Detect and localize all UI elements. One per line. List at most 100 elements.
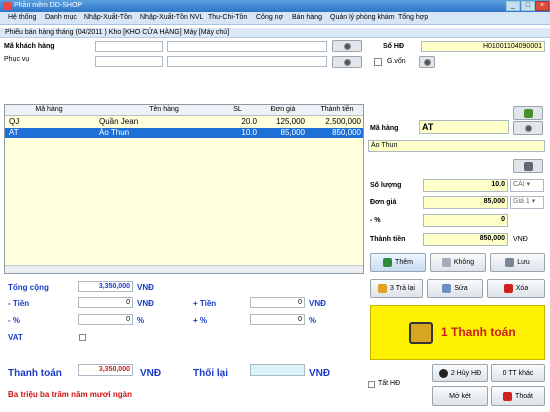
service-input[interactable] (95, 56, 163, 67)
col-header-name: Tên hàng (149, 106, 179, 113)
cell-price: 85,000 (280, 128, 305, 137)
item-name-field: Áo Thun (368, 140, 545, 152)
price-input[interactable]: 85,000 (423, 196, 508, 209)
menu-item-cong-no[interactable]: Công nợ (256, 14, 283, 21)
plus-money-input[interactable]: 0 (250, 297, 305, 308)
cancel-invoice-label: 2 Hủy HĐ (450, 369, 482, 377)
power-icon (503, 391, 513, 401)
menu-item-tong-hop[interactable]: Tổng hợp (398, 14, 428, 21)
grid-horizontal-scrollbar[interactable] (5, 265, 363, 273)
return-icon (378, 284, 388, 293)
save-icon (505, 258, 515, 267)
grid-header: Mã hàng Tên hàng SL Đơn giá Thành tiền (5, 105, 363, 116)
menu-bar: Hệ thống Danh mục Nhập-Xuất-Tồn Nhập-Xuấ… (0, 12, 550, 25)
total-currency: VNĐ (137, 283, 154, 292)
menu-item-ban-hang[interactable]: Bán hàng (292, 14, 322, 21)
pay-label: Thanh toán (8, 368, 62, 379)
return-button-label: 3 Trả lại (390, 285, 415, 292)
col-header-price: Đơn giá (270, 106, 296, 113)
item-code-input[interactable]: AT (419, 120, 509, 134)
edit-icon (442, 284, 452, 293)
col-header-qty: SL (233, 106, 242, 113)
vat-label: VAT (8, 333, 23, 342)
all-invoices-label: Tất HĐ (378, 380, 401, 387)
gvon-checkbox[interactable] (374, 58, 382, 66)
customer-code-label: Mã khách hàng (4, 43, 55, 50)
pay-input[interactable]: 3,350,000 (78, 364, 133, 376)
customer-lookup-button[interactable] (332, 40, 362, 52)
col-header-amount: Thành tiền (320, 106, 354, 113)
vat-checkbox[interactable] (79, 334, 86, 341)
minus-money-input[interactable]: 0 (78, 297, 133, 308)
service-name-input[interactable] (167, 56, 327, 67)
other-payment-label: 0 TT khác (502, 369, 534, 377)
open-drawer-button[interactable]: Mở két (432, 386, 488, 406)
pay-currency: VNĐ (140, 368, 162, 379)
close-button[interactable]: × (535, 1, 549, 11)
wrench-icon (523, 161, 533, 171)
minimize-button[interactable]: _ (506, 1, 520, 11)
customer-code-input[interactable] (95, 41, 163, 52)
amount-currency: VNĐ (513, 236, 528, 243)
cell-name: Áo Thun (99, 128, 130, 137)
qty-label: Số lượng (370, 182, 402, 189)
save-item-button[interactable]: Lưu (490, 253, 545, 272)
item-lookup-button[interactable] (513, 121, 543, 135)
change-field (250, 364, 305, 376)
cash-register-icon (409, 322, 433, 344)
table-row[interactable]: QJ Quần Jean 20.0 125,000 2,500,000 (5, 117, 363, 127)
gvon-label: G.vốn (387, 58, 406, 65)
table-row[interactable]: AT Áo Thun 10.0 85,000 850,000 (5, 128, 363, 138)
cell-name: Quần Jean (99, 117, 139, 126)
plus-pct-input[interactable]: 0 (250, 314, 305, 325)
discount-pct-input[interactable]: 0 (423, 214, 508, 227)
menu-item-danh-muc[interactable]: Danh mục (45, 14, 77, 21)
minus-pct-input[interactable]: 0 (78, 314, 133, 325)
total-field: 3,350,000 (78, 281, 133, 292)
gvon-button[interactable] (419, 56, 435, 68)
cancel-invoice-button[interactable]: 2 Hủy HĐ (432, 364, 488, 382)
item-tool-button[interactable] (513, 159, 543, 173)
unit-value: CÁI (513, 181, 525, 188)
service-lookup-button[interactable] (332, 56, 362, 68)
minus-pct-sign: % (137, 316, 145, 325)
items-grid[interactable]: Mã hàng Tên hàng SL Đơn giá Thành tiền Q… (4, 104, 364, 274)
gear-icon (524, 124, 532, 132)
menu-item-thu-chi-ton[interactable]: Thu-Chi-Tồn (208, 14, 247, 21)
gear-icon (343, 42, 351, 50)
invoice-number-label: Số HĐ (383, 43, 404, 50)
no-button[interactable]: Không (430, 253, 486, 272)
exit-button[interactable]: Thoát (491, 386, 545, 406)
chevron-down-icon: ▾ (531, 198, 536, 205)
add-button[interactable]: Thêm (370, 253, 426, 272)
chevron-down-icon: ▾ (526, 181, 531, 188)
other-payment-button[interactable]: 0 TT khác (491, 364, 545, 382)
minus-money-label: - Tiền (8, 299, 30, 308)
pay-button-label: 1 Thanh toán (441, 325, 516, 339)
edit-button[interactable]: Sửa (427, 279, 483, 298)
price-level-select[interactable]: Giá 1 ▾ (510, 196, 544, 209)
pay-button[interactable]: 1 Thanh toán (370, 305, 545, 360)
barcode-icon (523, 108, 533, 118)
menu-item-nhap-xuat-ton-nvl[interactable]: Nhập-Xuất-Tồn NVL (140, 14, 203, 21)
save-button-label: Lưu (517, 259, 530, 266)
menu-item-nhap-xuat-ton[interactable]: Nhập-Xuất-Tồn (84, 14, 132, 21)
return-button[interactable]: 3 Trả lại (370, 279, 423, 298)
qty-input[interactable]: 10.0 (423, 179, 508, 192)
total-label: Tổng cộng (8, 283, 49, 292)
barcode-button[interactable] (513, 106, 543, 120)
all-invoices-checkbox[interactable] (368, 381, 375, 388)
delete-icon (503, 284, 513, 293)
cancel-icon (438, 368, 448, 378)
delete-button[interactable]: Xóa (487, 279, 545, 298)
menu-item-quan-ly-phong-kham[interactable]: Quản lý phòng khám (330, 14, 395, 21)
customer-name-input[interactable] (167, 41, 327, 52)
menu-item-he-thong[interactable]: Hệ thống (8, 14, 36, 21)
cell-amount: 2,500,000 (325, 117, 361, 126)
cell-amount: 850,000 (332, 128, 361, 137)
form-header: Phiếu bán hàng tháng (04/2011 ) Kho [KHO… (0, 28, 550, 38)
maximize-button[interactable]: □ (521, 1, 535, 11)
unit-select[interactable]: CÁI ▾ (510, 179, 544, 192)
no-button-label: Không (453, 259, 475, 266)
discount-pct-label: - % (370, 217, 381, 224)
